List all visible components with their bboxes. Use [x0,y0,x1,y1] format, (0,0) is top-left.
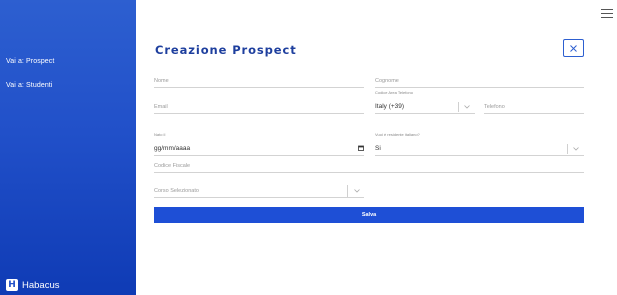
sidebar-link-studenti[interactable]: Vai a: Studenti [6,82,53,89]
residente-label: Vuoi è residente italiano? [375,132,420,137]
codice-fiscale-placeholder: Codice Fiscale [154,163,191,169]
residente-value: Si [375,145,381,152]
save-button[interactable]: Salva [154,207,584,223]
corso-select[interactable]: Corso Selezionato [154,182,364,198]
nome-field[interactable]: Nome [154,72,364,88]
brand-mark-letter: H [8,280,16,290]
email-field[interactable]: Email [154,98,364,114]
residente-select[interactable]: Vuoi è residente italiano? Si [375,132,584,156]
email-placeholder: Email [154,104,168,110]
corso-placeholder: Corso Selezionato [154,188,199,194]
habacus-logo-icon: H [6,279,18,291]
page-title: Creazione Prospect [155,43,297,57]
birth-date-field[interactable]: Nato il gg/mm/aaaa [154,132,364,156]
telefono-placeholder: Telefono [484,104,505,110]
phone-prefix-value: Italy (+39) [375,103,405,110]
chevron-down-icon [354,189,360,193]
phone-prefix-label: Codice Area Telefono [375,90,413,95]
telefono-field[interactable]: Telefono [484,98,584,114]
chevron-down-icon [573,147,579,151]
cognome-field[interactable]: Cognome [375,72,584,88]
chevron-down-icon [464,105,470,109]
sidebar: Vai a: Prospect Vai a: Studenti H Habacu… [0,0,136,295]
sidebar-link-prospect[interactable]: Vai a: Prospect [6,58,54,65]
brand-logo: H Habacus [6,278,60,292]
cognome-placeholder: Cognome [375,78,399,84]
birth-date-value: gg/mm/aaaa [154,145,191,152]
calendar-icon[interactable] [358,145,364,151]
codice-fiscale-field[interactable]: Codice Fiscale [154,157,584,173]
close-icon [570,44,577,52]
nome-placeholder: Nome [154,78,169,84]
close-button[interactable] [563,39,584,57]
phone-prefix-select[interactable]: Codice Area Telefono Italy (+39) [375,90,475,114]
birth-date-label: Nato il [154,132,166,137]
brand-name: Habacus [22,279,60,291]
hamburger-menu-icon[interactable] [601,9,613,18]
